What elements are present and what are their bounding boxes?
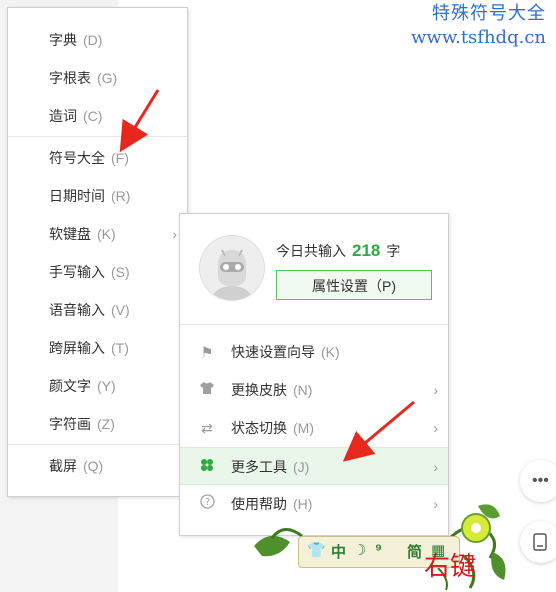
red-arrow-icon xyxy=(119,89,160,153)
annotation-arrows xyxy=(119,89,415,462)
red-arrow-icon xyxy=(342,400,415,462)
